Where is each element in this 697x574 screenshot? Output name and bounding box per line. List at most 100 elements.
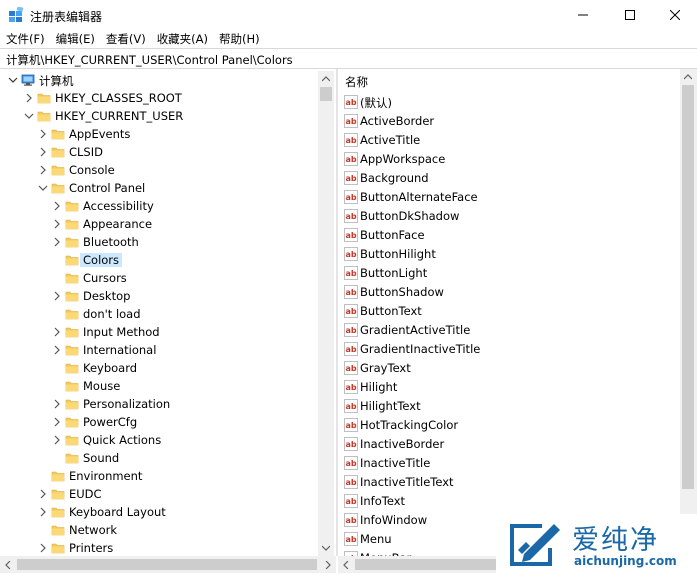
tree-node[interactable]: Control Panel — [5, 179, 317, 197]
value-row[interactable]: ab GradientInactiveTitle — [344, 340, 664, 358]
value-row[interactable]: ab ButtonLight — [344, 264, 664, 282]
chevron-right-icon[interactable] — [52, 201, 62, 211]
tree-node[interactable]: EUDC — [5, 485, 317, 503]
menu-edit[interactable]: 编辑(E) — [56, 31, 95, 47]
tree-node[interactable]: Sound — [5, 449, 317, 467]
tree-node[interactable]: don't load — [5, 305, 317, 323]
column-header-name[interactable]: 名称 — [345, 74, 368, 90]
tree-node[interactable]: CLSID — [5, 143, 317, 161]
menu-view[interactable]: 查看(V) — [106, 31, 146, 47]
address-path[interactable]: 计算机\HKEY_CURRENT_USER\Control Panel\Colo… — [6, 52, 293, 68]
value-row[interactable]: ab ButtonAlternateFace — [344, 188, 664, 206]
value-row[interactable]: ab ButtonHilight — [344, 245, 664, 263]
tree-node[interactable]: Printers — [5, 539, 317, 556]
value-row[interactable]: ab InactiveTitle — [344, 454, 664, 472]
chevron-right-icon[interactable] — [38, 147, 48, 157]
svg-text:ab: ab — [345, 174, 356, 183]
scroll-up-arrow-icon[interactable] — [680, 69, 696, 85]
tree-node[interactable]: Quick Actions — [5, 431, 317, 449]
value-row[interactable]: ab InfoText — [344, 492, 664, 510]
tree-node[interactable]: Accessibility — [5, 197, 317, 215]
value-row[interactable]: ab ActiveTitle — [344, 131, 664, 149]
tree-node-label-selected: Colors — [80, 253, 123, 267]
tree-horizontal-scrollbar[interactable] — [0, 556, 336, 573]
string-value-icon: ab — [344, 228, 358, 242]
tree-node[interactable]: Keyboard Layout — [5, 503, 317, 521]
chevron-right-icon[interactable] — [52, 399, 62, 409]
scroll-up-arrow-icon[interactable] — [318, 71, 334, 87]
chevron-right-icon[interactable] — [52, 417, 62, 427]
value-row[interactable]: ab Hilight — [344, 378, 664, 396]
value-row[interactable]: ab ButtonFace — [344, 226, 664, 244]
values-vertical-scrollbar[interactable] — [680, 69, 697, 556]
value-row[interactable]: ab InactiveTitleText — [344, 473, 664, 491]
tree-node[interactable]: Cursors — [5, 269, 317, 287]
tree-node[interactable]: Keyboard — [5, 359, 317, 377]
chevron-down-icon[interactable] — [38, 183, 48, 193]
value-row[interactable]: ab HotTrackingColor — [344, 416, 664, 434]
address-bar[interactable]: 计算机\HKEY_CURRENT_USER\Control Panel\Colo… — [0, 48, 697, 69]
value-row[interactable]: ab ButtonShadow — [344, 283, 664, 301]
chevron-right-icon[interactable] — [24, 93, 34, 103]
value-row[interactable]: ab AppWorkspace — [344, 150, 664, 168]
tree-node[interactable]: Colors — [5, 251, 317, 269]
value-row[interactable]: ab HilightText — [344, 397, 664, 415]
tree-node[interactable]: Environment — [5, 467, 317, 485]
chevron-right-icon[interactable] — [52, 345, 62, 355]
tree-node-label: HKEY_CURRENT_USER — [55, 109, 184, 123]
minimize-button[interactable] — [560, 0, 606, 30]
tree-node[interactable]: International — [5, 341, 317, 359]
tree-node[interactable]: AppEvents — [5, 125, 317, 143]
chevron-right-icon[interactable] — [38, 507, 48, 517]
value-row[interactable]: ab ActiveBorder — [344, 112, 664, 130]
tree-node[interactable]: Desktop — [5, 287, 317, 305]
menu-file[interactable]: 文件(F) — [6, 31, 45, 47]
tree-scroll-thumb[interactable] — [320, 87, 332, 101]
chevron-down-icon[interactable] — [8, 75, 18, 85]
tree-node[interactable]: Console — [5, 161, 317, 179]
value-row[interactable]: ab GrayText — [344, 359, 664, 377]
value-row[interactable]: ab (默认) — [344, 93, 664, 111]
chevron-right-icon[interactable] — [52, 435, 62, 445]
tree-node[interactable]: Input Method — [5, 323, 317, 341]
menu-favorites[interactable]: 收藏夹(A) — [157, 31, 208, 47]
chevron-right-icon[interactable] — [38, 129, 48, 139]
tree-root[interactable]: 计算机 — [5, 71, 317, 89]
tree-node-label: CLSID — [69, 145, 103, 159]
values-hscroll-thumb[interactable] — [355, 559, 507, 570]
scroll-down-arrow-icon[interactable] — [318, 540, 334, 556]
chevron-right-icon[interactable] — [52, 219, 62, 229]
close-button[interactable] — [652, 0, 697, 30]
chevron-right-icon[interactable] — [38, 165, 48, 175]
maximize-button[interactable] — [607, 0, 653, 30]
tree-node[interactable]: Mouse — [5, 377, 317, 395]
tree-node[interactable]: Personalization — [5, 395, 317, 413]
tree-node[interactable]: HKEY_CLASSES_ROOT — [5, 89, 317, 107]
chevron-down-icon[interactable] — [24, 111, 34, 121]
chevron-right-icon[interactable] — [52, 291, 62, 301]
tree-hscroll-thumb[interactable] — [17, 559, 317, 570]
value-row[interactable]: ab InactiveBorder — [344, 435, 664, 453]
svg-text:ab: ab — [345, 326, 356, 335]
tree-vertical-scrollbar[interactable] — [318, 71, 334, 556]
scroll-left-arrow-icon[interactable] — [0, 556, 16, 573]
scroll-left-arrow-icon[interactable] — [338, 556, 354, 573]
value-row[interactable]: ab GradientActiveTitle — [344, 321, 664, 339]
value-row[interactable]: ab ButtonDkShadow — [344, 207, 664, 225]
folder-icon — [65, 237, 79, 248]
menu-help[interactable]: 帮助(H) — [219, 31, 260, 47]
tree-node[interactable]: PowerCfg — [5, 413, 317, 431]
watermark-logo-icon — [510, 524, 560, 566]
chevron-right-icon[interactable] — [38, 489, 48, 499]
chevron-right-icon[interactable] — [52, 327, 62, 337]
value-row[interactable]: ab ButtonText — [344, 302, 664, 320]
tree-node[interactable]: Appearance — [5, 215, 317, 233]
tree-node[interactable]: Network — [5, 521, 317, 539]
tree-node[interactable]: HKEY_CURRENT_USER — [5, 107, 317, 125]
tree-node[interactable]: Bluetooth — [5, 233, 317, 251]
scroll-right-arrow-icon[interactable] — [320, 556, 336, 573]
values-scroll-thumb[interactable] — [682, 85, 694, 489]
chevron-right-icon[interactable] — [52, 237, 62, 247]
value-row[interactable]: ab Background — [344, 169, 664, 187]
chevron-right-icon[interactable] — [38, 543, 48, 553]
